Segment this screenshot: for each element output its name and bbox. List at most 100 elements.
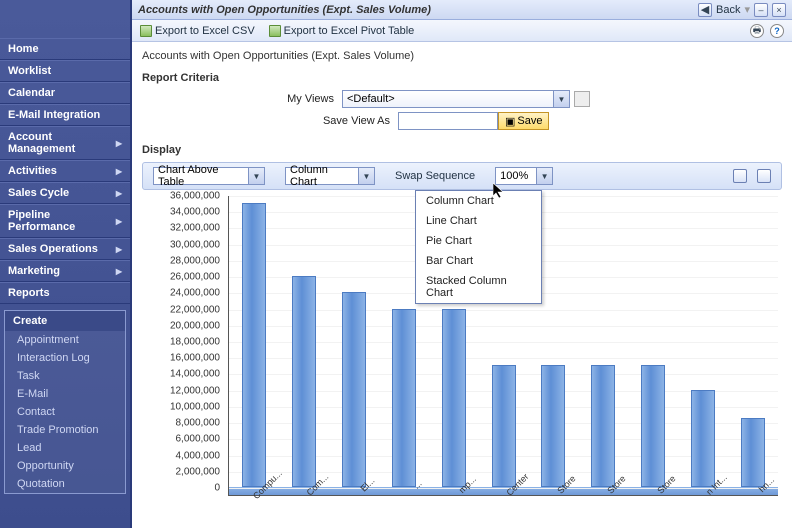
chart-type-option[interactable]: Bar Chart [416,251,541,271]
y-tick: 28,000,000 [170,255,220,266]
chart-bar[interactable] [691,390,715,487]
save-view-input[interactable] [398,112,498,130]
y-tick: 10,000,000 [170,401,220,412]
chart-type-option[interactable]: Line Chart [416,211,541,231]
section-report-criteria: Report Criteria [142,72,782,84]
create-quotation[interactable]: Quotation [5,475,125,493]
y-tick: 26,000,000 [170,272,220,283]
excel-icon [140,25,152,37]
y-tick: 36,000,000 [170,191,220,202]
y-tick: 14,000,000 [170,369,220,380]
create-panel: Create AppointmentInteraction LogTaskE-M… [4,310,126,494]
create-task[interactable]: Task [5,367,125,385]
y-tick: 34,000,000 [170,207,220,218]
y-tick: 6,000,000 [176,434,221,445]
sidebar-item-e-mail-integration[interactable]: E-Mail Integration [0,104,130,126]
filter-icon[interactable] [733,169,747,183]
create-interaction-log[interactable]: Interaction Log [5,349,125,367]
y-tick: 12,000,000 [170,385,220,396]
create-appointment[interactable]: Appointment [5,331,125,349]
subtitle: Accounts with Open Opportunities (Expt. … [142,50,782,62]
maximize-icon[interactable] [757,169,771,183]
chart-type-dropdown: Column ChartLine ChartPie ChartBar Chart… [415,190,542,304]
back-button[interactable]: ◀ [698,3,712,17]
excel-icon [269,25,281,37]
y-tick: 24,000,000 [170,288,220,299]
sidebar-item-sales-cycle[interactable]: Sales Cycle▶ [0,182,130,204]
chart-bar[interactable] [242,203,266,487]
y-tick: 18,000,000 [170,337,220,348]
help-icon[interactable]: ? [770,24,784,38]
sidebar-item-worklist[interactable]: Worklist [0,60,130,82]
create-lead[interactable]: Lead [5,439,125,457]
titlebar: Accounts with Open Opportunities (Expt. … [132,0,792,20]
y-tick: 8,000,000 [176,418,221,429]
cursor-icon [493,183,505,199]
display-bar: Chart Above Table ▼ Column Chart ▼ Swap … [142,162,782,190]
chart-bar[interactable] [342,292,366,487]
sidebar-item-calendar[interactable]: Calendar [0,82,130,104]
disk-icon: ▣ [505,115,515,128]
sidebar-item-pipeline-performance[interactable]: Pipeline Performance▶ [0,204,130,238]
toolbar: Export to Excel CSV Export to Excel Pivo… [132,20,792,42]
create-contact[interactable]: Contact [5,403,125,421]
section-display: Display [142,144,782,156]
chart-bar[interactable] [641,365,665,487]
chevron-right-icon: ▶ [116,217,122,226]
window-minimize-icon[interactable]: – [754,3,768,17]
y-tick: 4,000,000 [176,450,221,461]
create-e-mail[interactable]: E-Mail [5,385,125,403]
y-tick: 20,000,000 [170,320,220,331]
chevron-right-icon: ▶ [116,245,122,254]
chevron-down-icon: ▼ [358,168,374,184]
window-close-icon[interactable]: × [772,3,786,17]
create-trade-promotion[interactable]: Trade Promotion [5,421,125,439]
back-label[interactable]: Back [716,4,740,16]
delete-view-icon[interactable] [574,91,590,107]
chart-bar[interactable] [492,365,516,487]
chevron-down-icon: ▼ [553,91,569,107]
swap-sequence-link[interactable]: Swap Sequence [395,170,475,182]
sidebar-item-reports[interactable]: Reports [0,282,130,304]
layout-select[interactable]: Chart Above Table ▼ [153,167,265,185]
y-tick: 30,000,000 [170,239,220,250]
chevron-right-icon: ▶ [116,139,122,148]
page-title: Accounts with Open Opportunities (Expt. … [138,4,431,16]
sidebar-item-sales-operations[interactable]: Sales Operations▶ [0,238,130,260]
create-opportunity[interactable]: Opportunity [5,457,125,475]
my-views-label: My Views [142,93,342,105]
chart-bar[interactable] [591,365,615,487]
y-tick: 22,000,000 [170,304,220,315]
y-tick: 16,000,000 [170,353,220,364]
chart-bar[interactable] [392,309,416,487]
chart-type-option[interactable]: Pie Chart [416,231,541,251]
create-header: Create [5,311,125,331]
y-tick: 32,000,000 [170,223,220,234]
main: Accounts with Open Opportunities (Expt. … [132,0,792,528]
chevron-down-icon: ▼ [248,168,264,184]
chart-type-select[interactable]: Column Chart ▼ [285,167,375,185]
chart-bar[interactable] [442,309,466,487]
export-csv-button[interactable]: Export to Excel CSV [140,25,255,37]
y-tick: 2,000,000 [176,466,221,477]
chevron-right-icon: ▶ [116,167,122,176]
chevron-right-icon: ▶ [116,267,122,276]
y-tick: 0 [214,483,220,494]
chevron-right-icon: ▶ [116,189,122,198]
chart-bar[interactable] [741,418,765,487]
save-view-label: Save View As [142,115,398,127]
chart-bar[interactable] [292,276,316,487]
chevron-down-icon: ▼ [536,168,552,184]
sidebar-item-activities[interactable]: Activities▶ [0,160,130,182]
sidebar: HomeWorklistCalendarE-Mail IntegrationAc… [0,0,132,528]
save-button[interactable]: ▣ Save [498,112,549,130]
chart-type-option[interactable]: Stacked Column Chart [416,271,541,303]
print-icon[interactable]: 🖶 [750,24,764,38]
my-views-select[interactable]: <Default> ▼ [342,90,570,108]
sidebar-item-home[interactable]: Home [0,38,130,60]
sidebar-item-account-management[interactable]: Account Management▶ [0,126,130,160]
export-pivot-button[interactable]: Export to Excel Pivot Table [269,25,415,37]
chart-type-option[interactable]: Column Chart [416,191,541,211]
sidebar-item-marketing[interactable]: Marketing▶ [0,260,130,282]
chart-bar[interactable] [541,365,565,487]
